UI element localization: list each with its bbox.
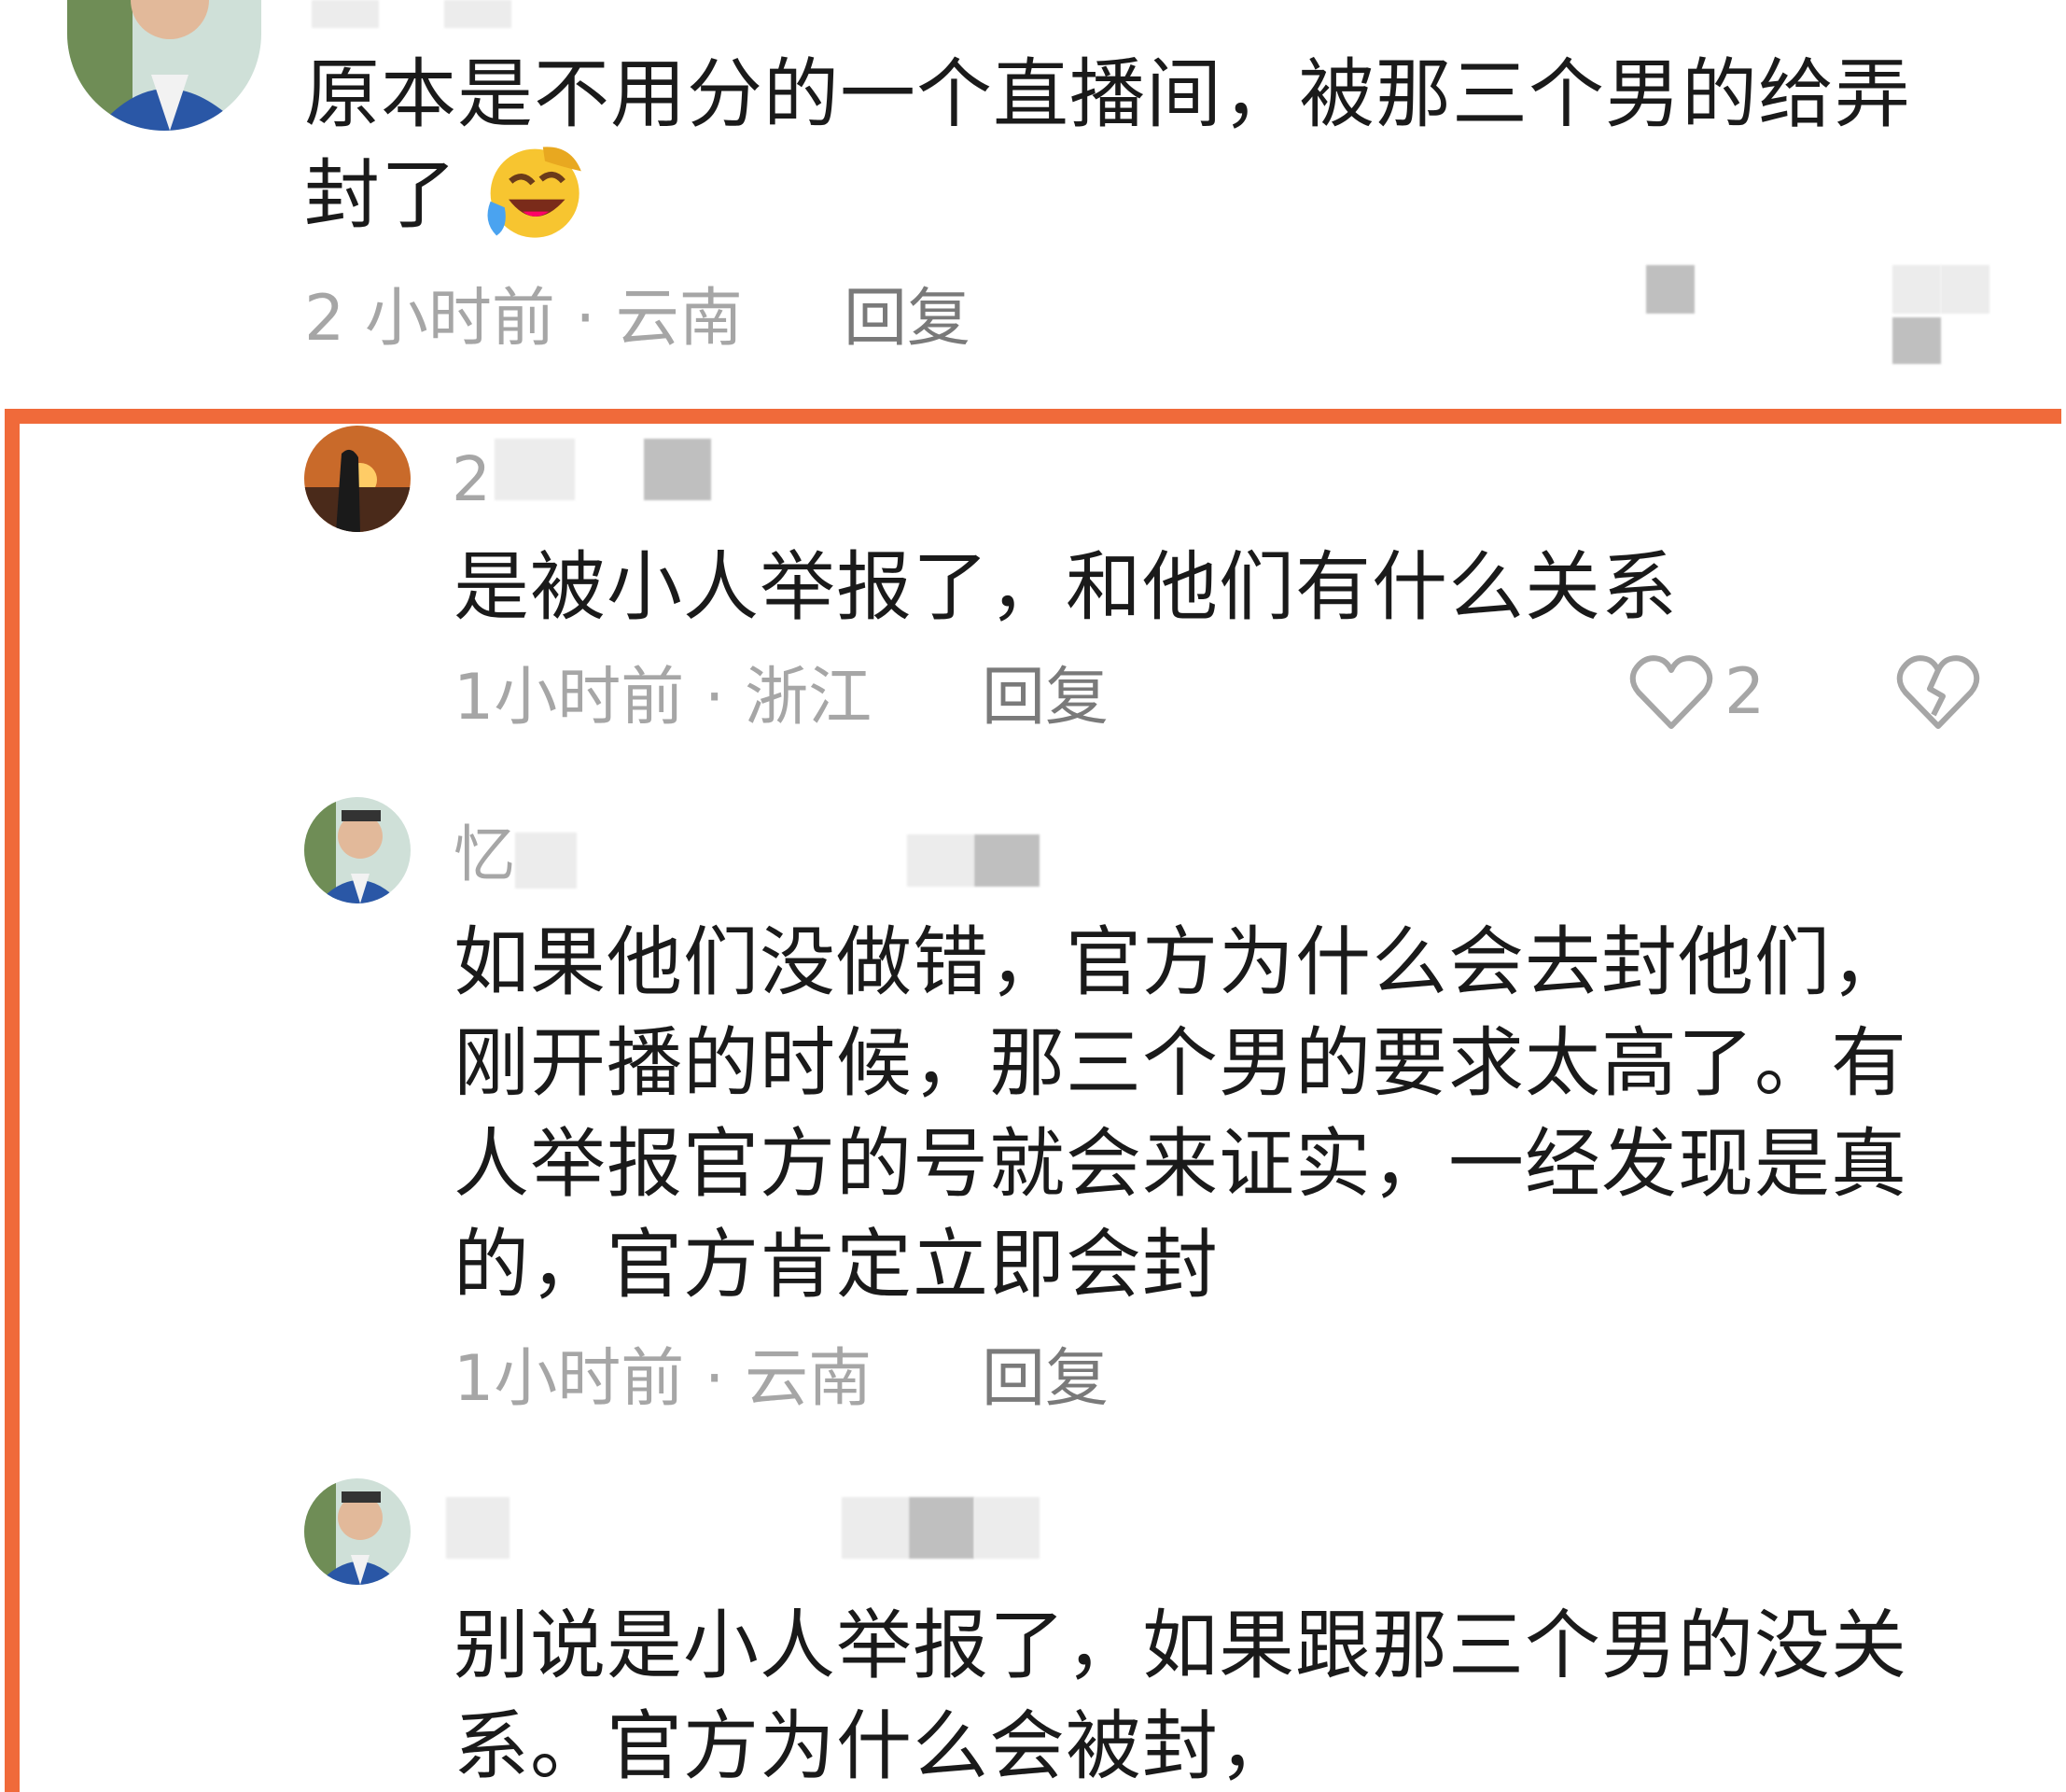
comment-text-line: 原本是不用分的一个直播间，被那三个男的给弄 bbox=[304, 51, 1912, 139]
comment-meta: 1小时前 · 云南 bbox=[454, 1342, 872, 1416]
username: 忆 bbox=[454, 819, 515, 890]
reply-button[interactable]: 回复 bbox=[982, 661, 1109, 735]
badge-redacted bbox=[644, 439, 711, 500]
comment-text-line: 刚开播的时候，那三个男的要求太高了。有 bbox=[454, 1020, 1908, 1108]
username-redacted bbox=[515, 833, 577, 889]
laughing-crying-emoji-icon bbox=[487, 147, 581, 238]
username-redacted bbox=[842, 1497, 909, 1559]
avatar-image bbox=[304, 797, 411, 903]
like-icon-redacted[interactable] bbox=[1646, 265, 1695, 314]
avatar[interactable] bbox=[304, 797, 411, 903]
dislike-icon-redacted[interactable] bbox=[1892, 317, 1941, 364]
comment-text-line: 如果他们没做错，官方为什么会去封他们， bbox=[454, 919, 1908, 1007]
like-count: 2 bbox=[1724, 655, 1766, 729]
username-redacted bbox=[495, 439, 575, 500]
comment-text-line: 的，官方肯定立即会封 bbox=[454, 1222, 1220, 1309]
comment-meta: 1小时前 · 浙江 bbox=[454, 661, 872, 735]
heart-outline-icon bbox=[1629, 655, 1713, 729]
avatar-image bbox=[67, 0, 261, 131]
avatar[interactable] bbox=[304, 1478, 411, 1585]
comment-text-line: 封了 bbox=[304, 146, 1984, 251]
comment-text: 别说是小人举报了，如果跟那三个男的没关 系。官方为什么会被封， bbox=[454, 1596, 2040, 1792]
comment-text-line: 别说是小人举报了，如果跟那三个男的没关 bbox=[454, 1603, 1908, 1690]
like-button[interactable]: 2 bbox=[1629, 653, 1765, 732]
badge-redacted bbox=[974, 1497, 1040, 1559]
dislike-icon-redacted bbox=[1892, 265, 1941, 314]
dislike-icon-redacted bbox=[1941, 265, 1989, 314]
dislike-button[interactable] bbox=[1896, 653, 1980, 732]
comment-text: 如果他们没做错，官方为什么会去封他们， 刚开播的时候，那三个男的要求太高了。有 … bbox=[454, 913, 2040, 1316]
username: 2 bbox=[452, 443, 491, 515]
comment-text-line: 人举报官方的号就会来证实，一经发现是真 bbox=[454, 1121, 1908, 1209]
badge-redacted bbox=[909, 1497, 974, 1559]
reply-button[interactable]: 回复 bbox=[844, 282, 970, 357]
comment-text: 原本是不用分的一个直播间，被那三个男的给弄 封了 bbox=[304, 45, 1984, 251]
comment-thread: 原本是不用分的一个直播间，被那三个男的给弄 封了 2 小时前 · 云南 回复 2… bbox=[0, 0, 2066, 1792]
username-redacted bbox=[446, 1497, 510, 1559]
avatar[interactable] bbox=[304, 426, 411, 532]
badge-redacted bbox=[974, 834, 1040, 887]
comment-meta: 2 小时前 · 云南 bbox=[304, 282, 743, 356]
username-redacted bbox=[907, 834, 974, 887]
avatar[interactable] bbox=[67, 0, 261, 131]
avatar-image bbox=[304, 426, 411, 532]
username-redacted bbox=[444, 0, 511, 28]
comment-text: 是被小人举报了，和他们有什么关系 bbox=[454, 544, 1679, 632]
reply-button[interactable]: 回复 bbox=[982, 1342, 1109, 1417]
avatar-image bbox=[304, 1478, 411, 1585]
broken-heart-icon bbox=[1896, 655, 1980, 729]
comment-text-line: 系。官方为什么会被封， bbox=[454, 1703, 1296, 1791]
username-redacted bbox=[312, 0, 379, 28]
